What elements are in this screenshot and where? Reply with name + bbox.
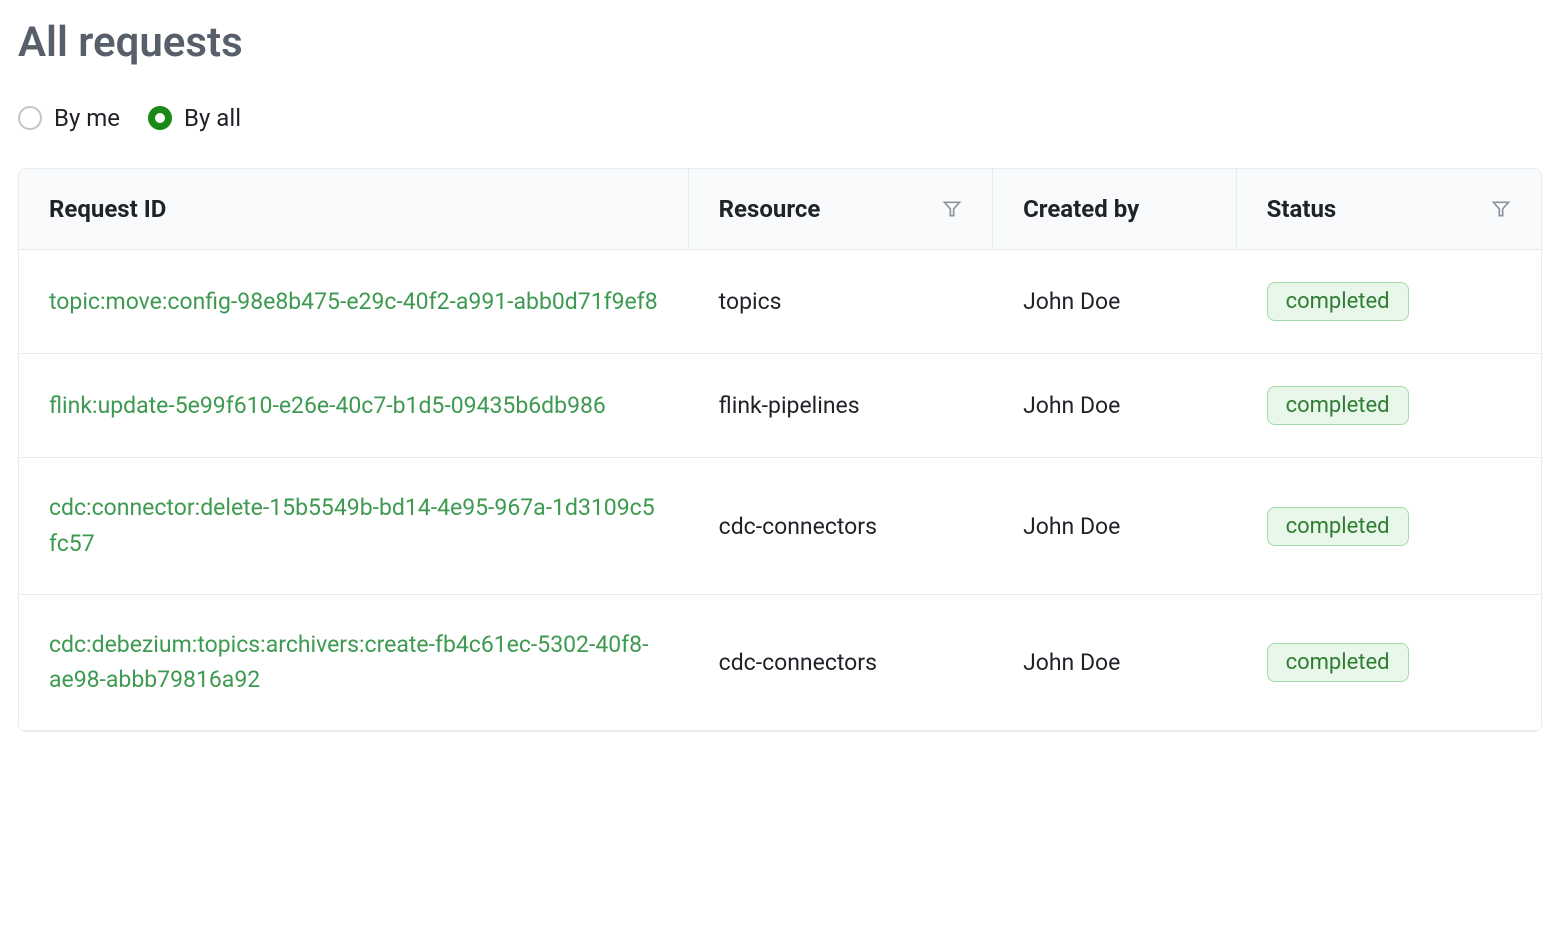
created-by-cell: John Doe (993, 256, 1237, 347)
created-by-cell: John Doe (993, 481, 1237, 572)
table-row: cdc:connector:delete-15b5549b-bd14-4e95-… (19, 458, 1541, 594)
resource-cell: cdc-connectors (689, 617, 993, 708)
resource-cell: flink-pipelines (689, 360, 993, 451)
table-header: Request ID Resource Created by Status (19, 169, 1541, 250)
column-header-request-id-label: Request ID (49, 195, 166, 223)
status-badge: completed (1267, 282, 1409, 321)
resource-cell: cdc-connectors (689, 481, 993, 572)
filter-radio-group: By me By all (18, 104, 1542, 132)
radio-by-all[interactable]: By all (148, 104, 241, 132)
request-id-link[interactable]: cdc:connector:delete-15b5549b-bd14-4e95-… (49, 494, 655, 557)
radio-circle-icon (18, 106, 42, 130)
request-id-link[interactable]: cdc:debezium:topics:archivers:create-fb4… (49, 631, 648, 694)
column-header-resource-label: Resource (719, 195, 821, 223)
column-header-created-by-label: Created by (1023, 195, 1139, 223)
radio-by-me[interactable]: By me (18, 104, 120, 132)
filter-icon[interactable] (1491, 199, 1511, 219)
column-header-request-id[interactable]: Request ID (19, 169, 689, 249)
column-header-resource[interactable]: Resource (689, 169, 993, 249)
column-header-status[interactable]: Status (1237, 169, 1541, 249)
status-badge: completed (1267, 386, 1409, 425)
status-badge: completed (1267, 643, 1409, 682)
created-by-cell: John Doe (993, 617, 1237, 708)
radio-circle-selected-icon (148, 106, 172, 130)
created-by-cell: John Doe (993, 360, 1237, 451)
table-row: flink:update-5e99f610-e26e-40c7-b1d5-094… (19, 354, 1541, 458)
radio-by-me-label: By me (54, 104, 120, 132)
status-badge: completed (1267, 507, 1409, 546)
radio-by-all-label: By all (184, 104, 241, 132)
table-row: cdc:debezium:topics:archivers:create-fb4… (19, 595, 1541, 731)
resource-cell: topics (689, 256, 993, 347)
column-header-created-by[interactable]: Created by (993, 169, 1237, 249)
request-id-link[interactable]: flink:update-5e99f610-e26e-40c7-b1d5-094… (49, 392, 606, 419)
table-row: topic:move:config-98e8b475-e29c-40f2-a99… (19, 250, 1541, 354)
column-header-status-label: Status (1267, 195, 1337, 223)
requests-table: Request ID Resource Created by Status to… (18, 168, 1542, 732)
filter-icon[interactable] (942, 199, 962, 219)
request-id-link[interactable]: topic:move:config-98e8b475-e29c-40f2-a99… (49, 288, 658, 315)
page-title: All requests (18, 18, 1542, 68)
table-body: topic:move:config-98e8b475-e29c-40f2-a99… (19, 250, 1541, 731)
